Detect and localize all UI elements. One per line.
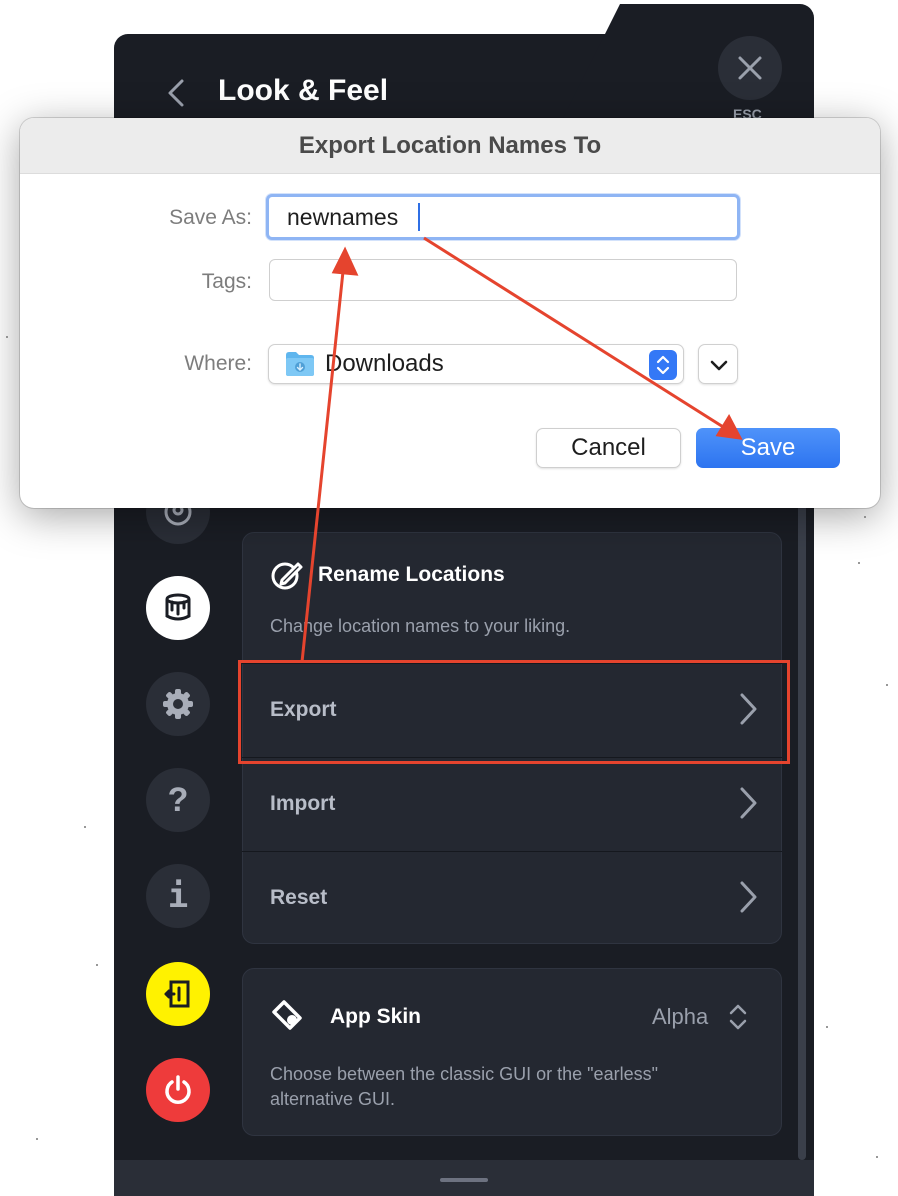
sidebar-item-help[interactable]: ? [146,768,210,832]
chevron-right-icon [738,786,758,826]
speck [826,1026,828,1028]
app-skin-icon [270,998,304,1037]
rename-locations-description: Change location names to your liking. [270,616,571,636]
cancel-button[interactable]: Cancel [536,428,681,468]
speck [6,336,8,338]
chevron-left-icon [168,79,184,107]
where-value: Downloads [325,350,444,377]
speck [84,826,86,828]
export-highlight-box [238,660,790,764]
info-icon: i [167,876,189,916]
sidebar-item-power[interactable] [146,1058,210,1122]
app-skin-value[interactable]: Alpha [652,1004,708,1030]
chevron-down-icon [710,360,728,371]
text-caret [418,203,420,231]
help-icon: ? [167,781,189,819]
where-select[interactable]: Downloads [268,344,684,384]
import-row[interactable]: Import [242,758,782,850]
paint-bucket-icon [165,593,191,621]
app-skin-title: App Skin [330,1005,422,1028]
select-stepper-icon[interactable] [728,1003,748,1036]
speck [876,1156,878,1158]
export-dialog: Export Location Names To Save As: Tags: … [20,118,880,508]
reset-label: Reset [270,886,328,909]
power-icon [165,1075,191,1104]
tags-label: Tags: [201,270,252,293]
rename-locations-title: Rename Locations [318,563,505,586]
save-as-label: Save As: [169,206,252,229]
scrollbar[interactable] [798,480,806,1160]
close-icon [738,56,762,80]
sidebar-item-info[interactable]: i [146,864,210,928]
speck [858,562,860,564]
expand-dialog-button[interactable] [698,344,738,384]
app-skin-description-line1: Choose between the classic GUI or the "e… [270,1064,658,1084]
downloads-folder-icon [285,351,315,382]
logout-icon [164,980,190,1008]
drag-handle[interactable] [440,1178,488,1182]
chevron-right-icon [738,880,758,920]
page-title: Look & Feel [218,74,389,107]
close-button[interactable] [718,36,782,100]
gear-icon [163,689,193,719]
import-label: Import [270,792,336,815]
up-down-chevron-icon[interactable] [649,350,677,380]
sidebar-item-logout[interactable] [146,962,210,1026]
rename-pencil-icon [270,558,304,597]
where-label: Where: [184,352,252,375]
sidebar-item-settings[interactable] [146,672,210,736]
speck [886,684,888,686]
tags-input[interactable] [269,259,737,301]
speck [96,964,98,966]
dialog-title: Export Location Names To [298,132,602,159]
reset-row[interactable]: Reset [242,852,782,944]
speck [36,1138,38,1140]
back-button[interactable] [166,78,186,108]
save-button[interactable]: Save [696,428,840,468]
speck [864,516,866,518]
save-as-input[interactable] [266,194,740,240]
sidebar-item-look-and-feel[interactable] [146,576,210,640]
app-skin-description-line2: alternative GUI. [270,1089,396,1109]
